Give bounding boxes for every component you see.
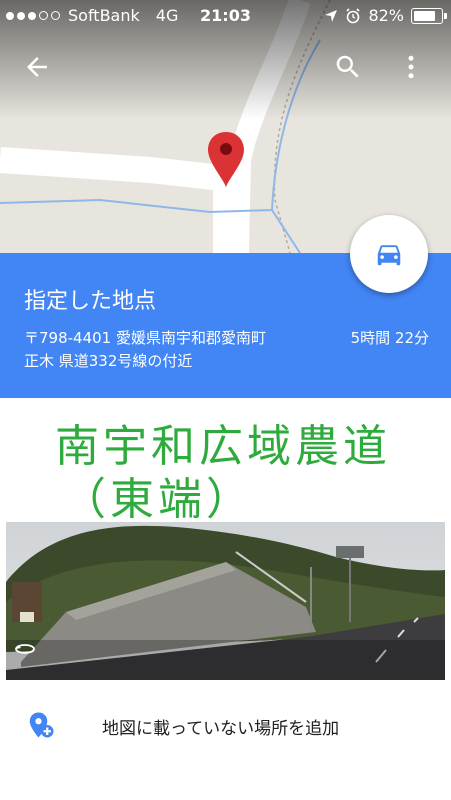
map-marker-icon	[208, 132, 244, 188]
battery-icon	[411, 7, 447, 24]
search-button[interactable]	[333, 52, 363, 86]
rotate-360-icon	[15, 644, 35, 654]
back-button[interactable]	[22, 52, 52, 86]
place-title: 指定した地点	[24, 289, 157, 314]
street-view-image	[6, 522, 445, 680]
place-address-line1: 〒798-4401 愛媛県南宇和郡愛南町	[24, 329, 266, 347]
street-view-thumbnail[interactable]	[6, 522, 445, 680]
location-arrow-icon	[325, 9, 338, 22]
add-missing-place-label: 地図に載っていない場所を追加	[102, 719, 340, 739]
alarm-icon	[346, 7, 361, 23]
add-missing-place-row[interactable]: 地図に載っていない場所を追加	[0, 696, 451, 756]
status-bar: SoftBank 4G 21:03 82%	[0, 0, 451, 30]
more-options-button[interactable]	[396, 52, 426, 86]
add-location-icon	[29, 712, 54, 738]
travel-duration: 5時間 22分	[350, 329, 429, 347]
search-icon	[336, 55, 359, 78]
directions-button[interactable]	[350, 215, 428, 293]
battery-percent: 82%	[368, 6, 404, 25]
car-icon	[377, 245, 401, 266]
handwritten-annotation-subtitle: （東端）	[62, 474, 254, 525]
arrow-left-icon	[27, 57, 47, 77]
place-address-line2: 正木 県道332号線の付近	[24, 352, 193, 370]
more-vert-icon	[408, 55, 414, 79]
